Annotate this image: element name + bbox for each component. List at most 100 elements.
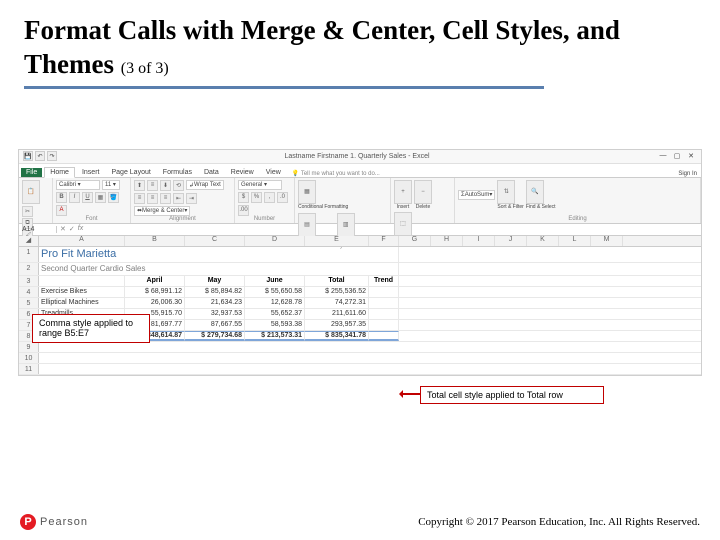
col-header[interactable]: E [305, 236, 369, 246]
currency-icon[interactable]: $ [238, 192, 249, 203]
tab-file[interactable]: File [21, 168, 42, 177]
save-icon[interactable]: 💾 [23, 151, 33, 161]
data-cell[interactable]: 211,611.60 [305, 309, 369, 319]
autosum-button[interactable]: Σ AutoSum ▾ [458, 190, 495, 200]
col-header[interactable]: C [185, 236, 245, 246]
tell-me[interactable]: 💡 Tell me what you want to do... [292, 170, 380, 177]
tab-review[interactable]: Review [226, 168, 259, 177]
paste-icon[interactable]: 📋 [22, 180, 40, 204]
data-cell[interactable]: 12,628.78 [245, 298, 305, 308]
col-header[interactable]: A [39, 236, 125, 246]
row-header[interactable]: 1 [19, 247, 39, 262]
row-header[interactable]: 2 [19, 263, 39, 275]
format-as-table-icon[interactable]: ▤ [298, 213, 316, 237]
align-middle-icon[interactable]: ≡ [147, 180, 158, 191]
indent-inc-icon[interactable]: ⇥ [186, 193, 197, 204]
orientation-icon[interactable]: ⟲ [173, 180, 184, 191]
italic-icon[interactable]: I [69, 192, 80, 203]
data-cell[interactable]: 58,593.38 [245, 320, 305, 330]
indent-dec-icon[interactable]: ⇤ [173, 193, 184, 204]
redo-icon[interactable]: ↷ [47, 151, 57, 161]
enter-formula-icon[interactable]: ✓ [69, 225, 75, 233]
col-header[interactable]: I [463, 236, 495, 246]
data-cell[interactable] [369, 309, 399, 319]
table-header[interactable]: June [245, 276, 305, 286]
tab-home[interactable]: Home [44, 167, 75, 178]
fx-icon[interactable]: fx [78, 225, 83, 233]
bold-icon[interactable]: B [56, 192, 67, 203]
format-cells-icon[interactable]: ⬚ [394, 212, 412, 236]
percent-icon[interactable]: % [251, 192, 262, 203]
close-icon[interactable]: ✕ [685, 152, 697, 160]
data-cell[interactable]: 74,272.31 [305, 298, 369, 308]
col-header[interactable]: G [399, 236, 431, 246]
undo-icon[interactable]: ↶ [35, 151, 45, 161]
data-cell[interactable] [369, 287, 399, 297]
decrease-decimal-icon[interactable]: .00 [238, 205, 249, 216]
tab-data[interactable]: Data [199, 168, 224, 177]
row-header[interactable]: 11 [19, 364, 39, 374]
align-bottom-icon[interactable]: ⬇ [160, 180, 171, 191]
row-header[interactable]: 4 [19, 287, 39, 297]
cut-icon[interactable]: ✂ [22, 206, 33, 217]
col-header[interactable]: M [591, 236, 623, 246]
sheet-subtitle-cell[interactable]: Second Quarter Cardio Sales [39, 263, 399, 275]
cancel-formula-icon[interactable]: ✕ [60, 225, 66, 233]
col-header[interactable]: L [559, 236, 591, 246]
col-header[interactable]: J [495, 236, 527, 246]
row-header[interactable]: 5 [19, 298, 39, 308]
col-header[interactable]: F [369, 236, 399, 246]
number-format-select[interactable]: General ▾ [238, 180, 282, 190]
data-cell[interactable]: 55,652.37 [245, 309, 305, 319]
data-cell[interactable]: $ 55,650.58 [245, 287, 305, 297]
data-cell[interactable]: 87,667.55 [185, 320, 245, 330]
col-header[interactable]: D [245, 236, 305, 246]
border-icon[interactable]: ▦ [95, 192, 106, 203]
name-box[interactable]: A14 [19, 226, 57, 233]
col-header[interactable]: H [431, 236, 463, 246]
wrap-text-button[interactable]: ↲ Wrap Text [186, 180, 224, 190]
tab-view[interactable]: View [261, 168, 286, 177]
row-label[interactable]: Exercise Bikes [39, 287, 125, 297]
total-cell[interactable]: $ 835,341.78 [305, 331, 369, 341]
tab-formulas[interactable]: Formulas [158, 168, 197, 177]
total-cell[interactable]: $ 213,573.31 [245, 331, 305, 341]
total-cell[interactable] [369, 331, 399, 341]
align-left-icon[interactable]: ≡ [134, 193, 145, 204]
row-header[interactable]: 3 [19, 276, 39, 286]
increase-decimal-icon[interactable]: .0 [277, 192, 288, 203]
sort-filter-icon[interactable]: ⇅ [497, 180, 515, 204]
delete-cells-icon[interactable]: − [414, 180, 432, 204]
row-label[interactable]: Elliptical Machines [39, 298, 125, 308]
data-cell[interactable]: $ 85,894.82 [185, 287, 245, 297]
maximize-icon[interactable]: ▢ [671, 152, 683, 160]
data-cell[interactable]: $ 255,536.52 [305, 287, 369, 297]
find-select-icon[interactable]: 🔍 [526, 180, 544, 204]
align-center-icon[interactable]: ≡ [147, 193, 158, 204]
align-right-icon[interactable]: ≡ [160, 193, 171, 204]
table-header[interactable]: April [125, 276, 185, 286]
total-cell[interactable]: $ 279,734.68 [185, 331, 245, 341]
data-cell[interactable] [369, 320, 399, 330]
font-color-icon[interactable]: A [56, 205, 67, 216]
align-top-icon[interactable]: ⬆ [134, 180, 145, 191]
table-header[interactable]: Total [305, 276, 369, 286]
data-cell[interactable]: 32,937.53 [185, 309, 245, 319]
col-header[interactable]: B [125, 236, 185, 246]
insert-cells-icon[interactable]: + [394, 180, 412, 204]
table-header[interactable]: May [185, 276, 245, 286]
underline-icon[interactable]: U [82, 192, 93, 203]
fill-color-icon[interactable]: 🪣 [108, 192, 119, 203]
tab-insert[interactable]: Insert [77, 168, 105, 177]
font-family-select[interactable]: Calibri ▾ [56, 180, 100, 190]
table-header[interactable]: Trend [369, 276, 399, 286]
table-header[interactable] [39, 276, 125, 286]
sign-in-link[interactable]: Sign In [674, 171, 701, 177]
data-cell[interactable]: 293,957.35 [305, 320, 369, 330]
minimize-icon[interactable]: — [657, 152, 669, 160]
col-header[interactable]: K [527, 236, 559, 246]
row-header[interactable]: 10 [19, 353, 39, 363]
font-size-select[interactable]: 11 ▾ [102, 180, 120, 190]
comma-icon[interactable]: , [264, 192, 275, 203]
conditional-formatting-icon[interactable]: ▦ [298, 180, 316, 204]
